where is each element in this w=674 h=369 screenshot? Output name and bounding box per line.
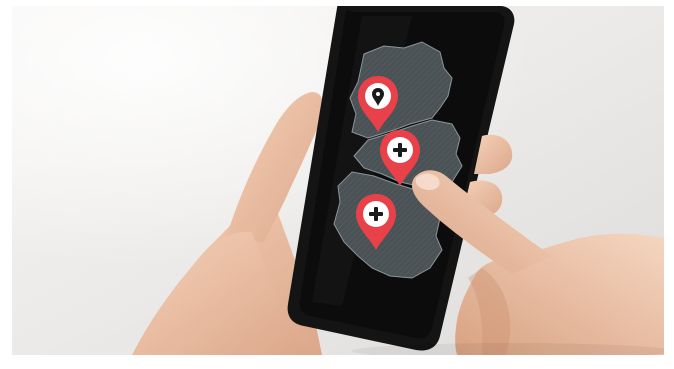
photo-frame	[0, 0, 674, 369]
photo-illustration	[12, 6, 664, 355]
photo-scene	[12, 6, 664, 355]
